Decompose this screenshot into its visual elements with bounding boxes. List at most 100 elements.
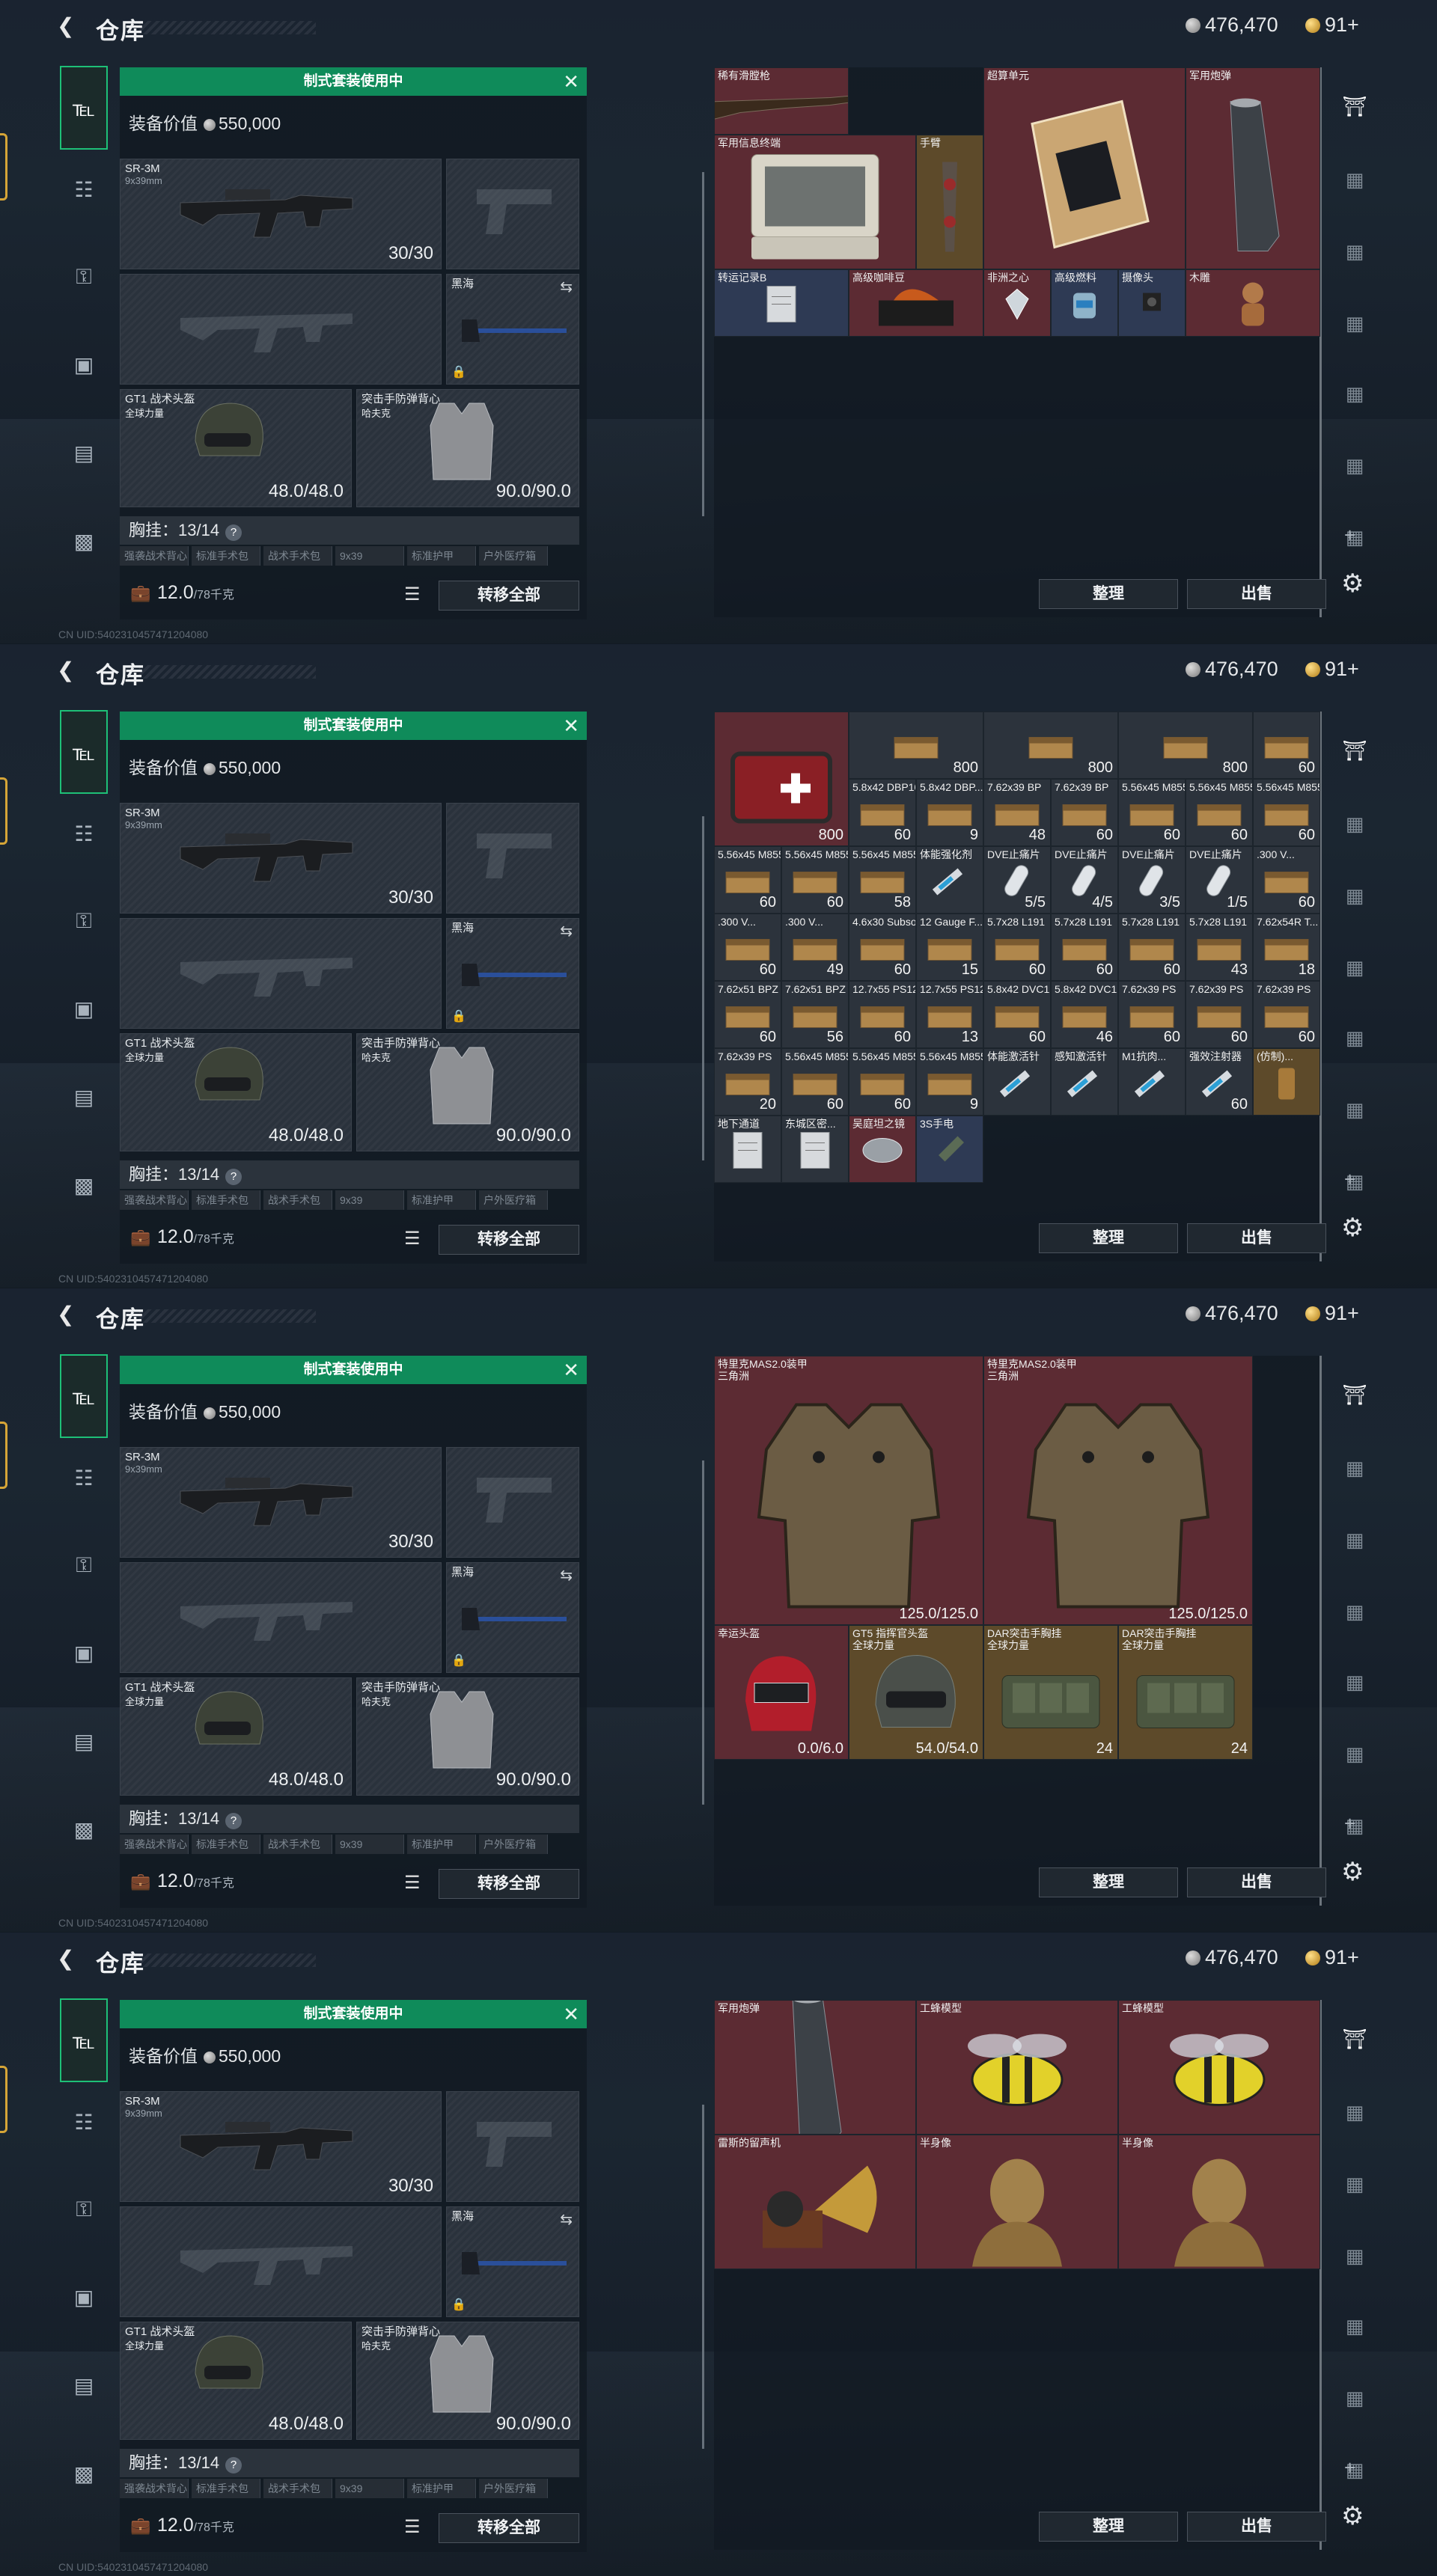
sell-button[interactable]: 出售 [1187, 1223, 1326, 1253]
loadout-scrollbar[interactable] [702, 816, 704, 1160]
tab-storage-all[interactable]: ⛩ [1337, 732, 1373, 768]
storage-item[interactable]: 木雕 [1186, 269, 1320, 337]
silver-currency[interactable]: 476,470 [1186, 658, 1278, 681]
pistol-slot[interactable] [446, 1447, 579, 1558]
tab-storage-3[interactable]: ▦ [1337, 878, 1373, 914]
tab-storage-4[interactable]: ▦ [1337, 305, 1373, 341]
rig-subslot[interactable]: 标准护甲 [407, 546, 476, 566]
vest-slot[interactable]: 突击手防弹背心 哈夫克 90.0/90.0 [356, 2322, 579, 2440]
storage-item[interactable]: 5.56x45 M855 60 [849, 1048, 916, 1116]
storage-item[interactable]: 军用信息终端 [714, 135, 916, 269]
add-storage-icon[interactable]: + [1344, 1168, 1355, 1191]
storage-item[interactable]: 7.62x39 BP 48 [983, 779, 1051, 846]
rig-subslot[interactable]: 标准护甲 [407, 2479, 476, 2498]
tab-case[interactable]: ▩ [63, 2453, 105, 2495]
vest-slot[interactable]: 突击手防弹背心 哈夫克 90.0/90.0 [356, 1033, 579, 1151]
side-drawer-handle[interactable] [0, 777, 7, 845]
tab-clipboard[interactable]: ▤ [63, 432, 105, 474]
vest-slot[interactable]: 突击手防弹背心 哈夫克 90.0/90.0 [356, 389, 579, 507]
tab-helmet[interactable]: ⚿ [63, 2188, 105, 2230]
storage-item[interactable]: 5.7x28 L191 43 [1186, 914, 1253, 981]
storage-item[interactable]: 5.56x45 M855A1 60 [781, 846, 849, 914]
rig-subslot[interactable]: 战术手术包 [263, 1190, 332, 1210]
storage-item[interactable]: DVE止痛片 5/5 [983, 846, 1051, 914]
helmet-slot[interactable]: GT1 战术头盔 全球力量 48.0/48.0 [120, 2322, 352, 2440]
tab-helmet[interactable]: ⚿ [63, 256, 105, 298]
swap-icon[interactable]: ⇆ [560, 922, 573, 940]
pistol-slot[interactable] [446, 803, 579, 914]
storage-item[interactable]: 7.62x39 PS 60 [1253, 981, 1320, 1048]
storage-item[interactable]: 地下通道 [714, 1116, 781, 1183]
tab-storage-4[interactable]: ▦ [1337, 949, 1373, 985]
transfer-all-button[interactable]: 转移全部 [439, 581, 579, 611]
gold-currency[interactable]: 91+ [1305, 13, 1359, 37]
rig-subslot[interactable]: 强袭战术背心 [120, 1835, 189, 1854]
secondary-weapon-slot[interactable] [120, 2206, 442, 2317]
side-drawer-handle[interactable] [0, 2066, 7, 2133]
secondary-weapon-slot[interactable] [120, 274, 442, 385]
primary-weapon-slot[interactable]: SR-3M 9x39mm 30/30 [120, 1447, 442, 1558]
melee-slot[interactable]: 黑海 ⇆ 🔒 [446, 918, 579, 1029]
tab-backpack[interactable]: ▣ [63, 2277, 105, 2319]
side-drawer-handle[interactable] [0, 1422, 7, 1489]
tab-weapons[interactable]: ℡ [60, 1998, 108, 2082]
tab-storage-2[interactable]: ▦ [1337, 806, 1373, 842]
chest-rig-bar[interactable]: 胸挂：13/14? [120, 1160, 579, 1189]
storage-item[interactable]: 4.6x30 Subsonic 60 [849, 914, 916, 981]
vest-slot[interactable]: 突击手防弹背心 哈夫克 90.0/90.0 [356, 1677, 579, 1796]
tab-weapons[interactable]: ℡ [60, 1354, 108, 1438]
tab-storage-4[interactable]: ▦ [1337, 2238, 1373, 2274]
chest-rig-bar[interactable]: 胸挂：13/14? [120, 516, 579, 545]
storage-item[interactable]: 7.62x51 BPZ 56 [781, 981, 849, 1048]
loadout-scrollbar[interactable] [702, 1460, 704, 1805]
storage-item[interactable]: 60 [1253, 712, 1320, 779]
sort-button[interactable]: 整理 [1039, 579, 1178, 609]
storage-item[interactable]: 高级燃料 [1051, 269, 1118, 337]
tab-armor[interactable]: ☷ [63, 2102, 105, 2144]
back-arrow-icon[interactable]: ❮ [57, 1948, 79, 1970]
rig-subslot[interactable]: 户外医疗箱 [479, 546, 548, 566]
sort-button[interactable]: 整理 [1039, 2512, 1178, 2542]
close-icon[interactable]: ✕ [563, 712, 579, 740]
storage-item[interactable]: 5.56x45 M855 60 [781, 1048, 849, 1116]
storage-item[interactable]: 特里克MAS2.0装甲 三角洲 125.0/125.0 [983, 1356, 1253, 1625]
tab-weapons[interactable]: ℡ [60, 66, 108, 150]
tab-storage-3[interactable]: ▦ [1337, 1522, 1373, 1558]
add-storage-icon[interactable]: + [1344, 524, 1355, 547]
storage-item[interactable]: DAR突击手胸挂 全球力量 24 [1118, 1625, 1253, 1760]
storage-item[interactable]: GT5 指挥官头盔 全球力量 54.0/54.0 [849, 1625, 983, 1760]
rig-subslot[interactable]: 标准手术包 [192, 2479, 260, 2498]
storage-item[interactable]: 800 [849, 712, 983, 779]
storage-item[interactable]: 12.7x55 PS12A 13 [916, 981, 983, 1048]
storage-item[interactable]: 雷斯的留声机 [714, 2135, 916, 2269]
close-icon[interactable]: ✕ [563, 2000, 579, 2028]
storage-item[interactable]: 5.7x28 L191 60 [983, 914, 1051, 981]
storage-item[interactable]: 摄像头 [1118, 269, 1186, 337]
rig-subslot[interactable]: 战术手术包 [263, 546, 332, 566]
tab-storage-3[interactable]: ▦ [1337, 2166, 1373, 2202]
storage-item[interactable]: 感知激活针 [1051, 1048, 1118, 1116]
storage-item[interactable]: 稀有滑膛枪 [714, 67, 849, 135]
storage-item[interactable]: 7.62x54R T... 18 [1253, 914, 1320, 981]
rig-subslot[interactable]: 9x39 [335, 546, 404, 566]
tab-armor[interactable]: ☷ [63, 1457, 105, 1499]
storage-item[interactable]: DVE止痛片 3/5 [1118, 846, 1186, 914]
rig-subslot[interactable]: 户外医疗箱 [479, 1190, 548, 1210]
add-storage-icon[interactable]: + [1344, 2456, 1355, 2479]
gear-icon[interactable]: ⚙ [1341, 2501, 1364, 2531]
list-icon[interactable]: ☰ [404, 584, 421, 605]
rig-subslot[interactable]: 战术手术包 [263, 1835, 332, 1854]
tab-case[interactable]: ▩ [63, 1809, 105, 1851]
storage-item[interactable]: 幸运头盔 0.0/6.0 [714, 1625, 849, 1760]
storage-item[interactable]: 7.62x39 PS 60 [1186, 981, 1253, 1048]
storage-item[interactable]: 手臂 [916, 135, 983, 269]
rig-subslot[interactable]: 户外医疗箱 [479, 2479, 548, 2498]
transfer-all-button[interactable]: 转移全部 [439, 1869, 579, 1899]
storage-item[interactable]: 800 [714, 712, 849, 846]
storage-item[interactable]: 5.7x28 L191 60 [1118, 914, 1186, 981]
storage-item[interactable]: 7.62x51 BPZ 60 [714, 981, 781, 1048]
silver-currency[interactable]: 476,470 [1186, 1946, 1278, 1969]
storage-item[interactable]: DVE止痛片 4/5 [1051, 846, 1118, 914]
storage-item[interactable]: 特里克MAS2.0装甲 三角洲 125.0/125.0 [714, 1356, 983, 1625]
tab-armor[interactable]: ☷ [63, 813, 105, 855]
